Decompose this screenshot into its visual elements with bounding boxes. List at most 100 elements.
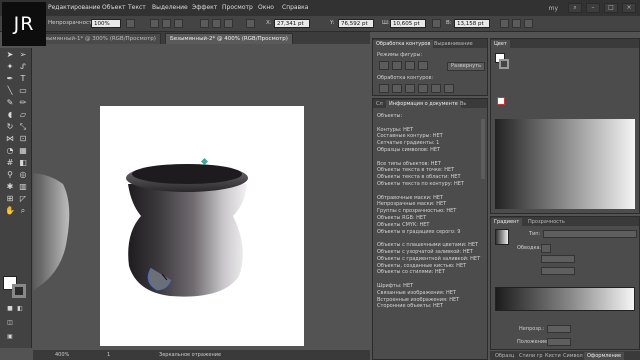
aspect-field[interactable] bbox=[541, 267, 575, 275]
gradient-type-select[interactable] bbox=[543, 230, 637, 238]
stroke-swatch[interactable] bbox=[12, 284, 26, 298]
menu-effect[interactable]: Эффект bbox=[192, 4, 217, 11]
h-field[interactable]: 13,158 pt bbox=[454, 19, 490, 28]
menu-select[interactable]: Выделение bbox=[152, 4, 188, 11]
width-tool-icon[interactable]: ⋈ bbox=[4, 134, 16, 144]
trim-icon[interactable] bbox=[392, 84, 402, 93]
distribute-icon[interactable] bbox=[200, 19, 209, 28]
tab-document-info[interactable]: Информация о документе bbox=[386, 100, 461, 108]
paintbrush-icon[interactable]: ✎ bbox=[4, 98, 16, 108]
align-icon-3[interactable] bbox=[174, 19, 183, 28]
color-stroke-swatch[interactable] bbox=[499, 59, 509, 69]
tab-document-2[interactable]: Безымянный-2* @ 400% (RGB/Просмотр) bbox=[165, 33, 293, 44]
canvas-area[interactable] bbox=[33, 44, 370, 350]
rotate-tool-icon[interactable]: ↻ bbox=[4, 122, 16, 132]
gradient-opacity-field[interactable] bbox=[547, 325, 571, 333]
menu-object[interactable]: Объект bbox=[102, 4, 125, 11]
minimize-icon[interactable]: – bbox=[586, 3, 600, 13]
x-field[interactable]: 27,341 pt bbox=[274, 19, 310, 28]
free-transform-icon[interactable]: ⊡ bbox=[17, 134, 29, 144]
pot-body[interactable] bbox=[128, 184, 247, 297]
lasso-icon[interactable]: ᔑ bbox=[17, 62, 29, 72]
eyedropper-icon[interactable]: ⚲ bbox=[4, 170, 16, 180]
page-number[interactable]: 1 bbox=[107, 352, 110, 358]
blend-tool-icon[interactable]: ◎ bbox=[17, 170, 29, 180]
tab-symbols[interactable]: Символ bbox=[560, 352, 586, 360]
color-spectrum[interactable] bbox=[495, 119, 635, 209]
menu-help[interactable]: Справка bbox=[282, 4, 308, 11]
gradient-tool-icon[interactable]: ◧ bbox=[17, 158, 29, 168]
type-tool-icon[interactable]: T bbox=[17, 74, 29, 84]
isolate-icon[interactable] bbox=[512, 19, 521, 28]
selection-tool-icon[interactable]: ➤ bbox=[4, 50, 16, 60]
scale-tool-icon[interactable]: ⤡ bbox=[17, 122, 29, 132]
tab-align[interactable]: Выравнивание bbox=[431, 40, 476, 48]
tab-layers[interactable]: Сл bbox=[373, 100, 386, 108]
style-icon[interactable] bbox=[126, 19, 135, 28]
menu-text[interactable]: Текст bbox=[128, 4, 146, 11]
rectangle-tool-icon[interactable]: ▭ bbox=[17, 86, 29, 96]
anchor-point[interactable] bbox=[200, 157, 209, 166]
hand-tool-icon[interactable]: ✋ bbox=[4, 206, 16, 216]
line-tool-icon[interactable]: ╲ bbox=[4, 86, 16, 96]
close-icon[interactable]: × bbox=[622, 3, 636, 13]
tab-pathfinder[interactable]: Обработка контуров bbox=[373, 40, 434, 48]
angle-field[interactable] bbox=[541, 255, 575, 263]
opacity-field[interactable]: 100% bbox=[91, 19, 121, 28]
none-swatch[interactable] bbox=[497, 97, 505, 105]
blob-brush-icon[interactable]: ◖ bbox=[4, 110, 16, 120]
expand-button[interactable]: Развернуть bbox=[447, 62, 486, 71]
minus-back-icon[interactable] bbox=[444, 84, 454, 93]
tab-gradient[interactable]: Градиент bbox=[491, 218, 523, 226]
magic-wand-icon[interactable]: ✦ bbox=[4, 62, 16, 72]
screen-mode-icon[interactable]: ▣ bbox=[4, 332, 16, 342]
exclude-icon[interactable] bbox=[418, 61, 428, 70]
minus-front-icon[interactable] bbox=[392, 61, 402, 70]
distribute-icon-3[interactable] bbox=[224, 19, 233, 28]
outline-icon[interactable] bbox=[431, 84, 441, 93]
zoom-tool-icon[interactable]: ⌕ bbox=[17, 206, 29, 216]
tab-color[interactable]: Цвет bbox=[491, 40, 510, 48]
workspace-name[interactable]: my bbox=[549, 5, 558, 12]
tab-swatches[interactable]: Образц bbox=[492, 352, 517, 360]
stroke-within-icon[interactable] bbox=[541, 244, 551, 253]
direct-selection-tool-icon[interactable]: ➢ bbox=[17, 50, 29, 60]
crop-icon[interactable] bbox=[418, 84, 428, 93]
gradient-location-field[interactable] bbox=[547, 338, 571, 346]
menu-edit[interactable]: Редактирование bbox=[48, 4, 100, 11]
align-icon-2[interactable] bbox=[162, 19, 171, 28]
divide-icon[interactable] bbox=[379, 84, 389, 93]
draw-mode-icon[interactable]: ◫ bbox=[4, 318, 16, 328]
unite-icon[interactable] bbox=[379, 61, 389, 70]
mesh-tool-icon[interactable]: # bbox=[4, 158, 16, 168]
transform-icon[interactable] bbox=[246, 19, 255, 28]
status-info[interactable]: Зеркальное отражение bbox=[159, 352, 221, 358]
shape-builder-icon[interactable]: ◔ bbox=[4, 146, 16, 156]
menu-options-icon[interactable] bbox=[524, 19, 533, 28]
tab-appearance[interactable]: Оформление bbox=[584, 352, 625, 360]
pen-tool-icon[interactable]: ✒ bbox=[4, 74, 16, 84]
intersect-icon[interactable] bbox=[405, 61, 415, 70]
artwork[interactable] bbox=[33, 44, 370, 350]
eraser-icon[interactable]: ▱ bbox=[17, 110, 29, 120]
graph-tool-icon[interactable]: ▥ bbox=[17, 182, 29, 192]
tab-document-1[interactable]: Безымянный-1* @ 300% (RGB/Просмотр) bbox=[33, 33, 161, 44]
link-icon[interactable] bbox=[432, 19, 441, 28]
pencil-icon[interactable]: ✏ bbox=[17, 98, 29, 108]
gradient-mode-icon[interactable]: ◧ bbox=[14, 304, 26, 314]
tab-transparency[interactable]: Прозрачность bbox=[525, 218, 568, 226]
w-field[interactable]: 10,605 pt bbox=[390, 19, 426, 28]
symbol-sprayer-icon[interactable]: ✱ bbox=[4, 182, 16, 192]
transform-panel-icon[interactable] bbox=[500, 19, 509, 28]
tab-other[interactable]: Вь bbox=[457, 100, 469, 108]
zoom-level[interactable]: 400% bbox=[55, 352, 69, 358]
scrollbar[interactable] bbox=[481, 119, 485, 179]
y-field[interactable]: 76,592 pt bbox=[338, 19, 374, 28]
slice-tool-icon[interactable]: ◸ bbox=[17, 194, 29, 204]
distribute-icon-2[interactable] bbox=[212, 19, 221, 28]
gradient-slider[interactable] bbox=[495, 287, 635, 311]
maximize-icon[interactable]: □ bbox=[604, 3, 618, 13]
menu-window[interactable]: Окно bbox=[258, 4, 274, 11]
gradient-preview[interactable] bbox=[495, 229, 509, 245]
search-icon[interactable]: ⌕ bbox=[568, 3, 582, 13]
